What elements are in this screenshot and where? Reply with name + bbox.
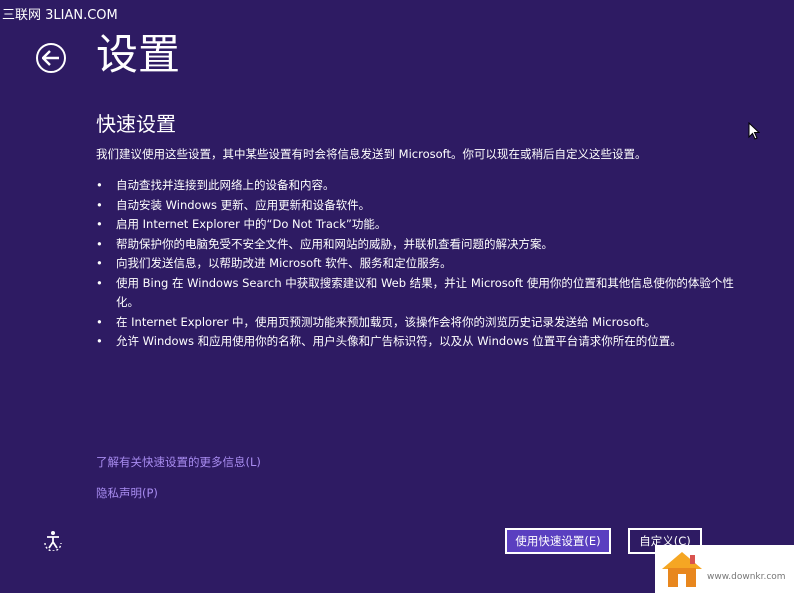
page-title: 设置 [96,30,181,79]
section-title: 快速设置 [96,112,176,136]
list-item: • 在 Internet Explorer 中，使用页预测功能来预加载页，该操作会… [96,313,736,333]
bullet-icon: • [96,314,103,329]
logo-url-text: www.downkr.com [707,572,786,582]
list-item: • 使用 Bing 在 Windows Search 中获取搜索建议和 Web 结… [96,274,736,313]
list-item-text: 在 Internet Explorer 中，使用页预测功能来预加载页，该操作会将… [116,314,656,329]
list-item-text: 自动安装 Windows 更新、应用更新和设备软件。 [116,197,371,212]
back-button[interactable] [36,43,66,73]
settings-list: • 自动查找并连接到此网络上的设备和内容。 • 自动安装 Windows 更新、应用… [96,176,736,352]
bullet-icon: • [96,178,103,192]
list-item: • 自动安装 Windows 更新、应用更新和设备软件。 [96,196,736,216]
list-item: • 帮助保护你的电脑免受不安全文件、应用和网站的威胁，并联机查看问题的解决方案。 [96,235,736,255]
list-item-text: 允许 Windows 和应用使用你的名称、用户头像和广告标识符，以及从 Wind… [116,334,682,348]
list-item-text: 自动查找并连接到此网络上的设备和内容。 [116,178,335,192]
mouse-cursor-icon [748,122,760,140]
house-logo-icon [662,552,702,587]
list-item: • 允许 Windows 和应用使用你的名称、用户头像和广告标识符，以及从 Win… [96,332,736,352]
list-item-text: 使用 Bing 在 Windows Search 中获取搜索建议和 Web 结果… [116,275,734,310]
bullet-icon: • [96,217,103,231]
list-item-text: 向我们发送信息，以帮助改进 Microsoft 软件、服务和定位服务。 [116,256,452,270]
bullet-icon: • [96,334,103,348]
express-settings-button[interactable]: 使用快速设置(E) [505,528,611,554]
list-item-text: 启用 Internet Explorer 中的“Do Not Track”功能。 [116,217,387,231]
list-item-text: 帮助保护你的电脑免受不安全文件、应用和网站的威胁，并联机查看问题的解决方案。 [116,236,553,251]
bullet-icon: • [96,197,103,212]
list-item: • 向我们发送信息，以帮助改进 Microsoft 软件、服务和定位服务。 [96,254,736,274]
list-item: • 自动查找并连接到此网络上的设备和内容。 [96,176,736,196]
privacy-link[interactable]: 隐私声明(P) [96,485,158,501]
list-item: • 启用 Internet Explorer 中的“Do Not Track”功能… [96,215,736,235]
intro-text: 我们建议使用这些设置，其中某些设置有时会将信息发送到 Microsoft。你可以… [96,147,647,161]
bullet-icon: • [96,275,103,290]
bullet-icon: • [96,236,103,251]
more-info-link[interactable]: 了解有关快速设置的更多信息(L) [96,454,261,470]
watermark-text: 三联网 3LIAN.COM [2,8,118,23]
site-logo: www.downkr.com [655,545,794,593]
arrow-left-icon [42,50,59,66]
ease-of-access-icon[interactable] [42,529,64,551]
bullet-icon: • [96,256,103,270]
